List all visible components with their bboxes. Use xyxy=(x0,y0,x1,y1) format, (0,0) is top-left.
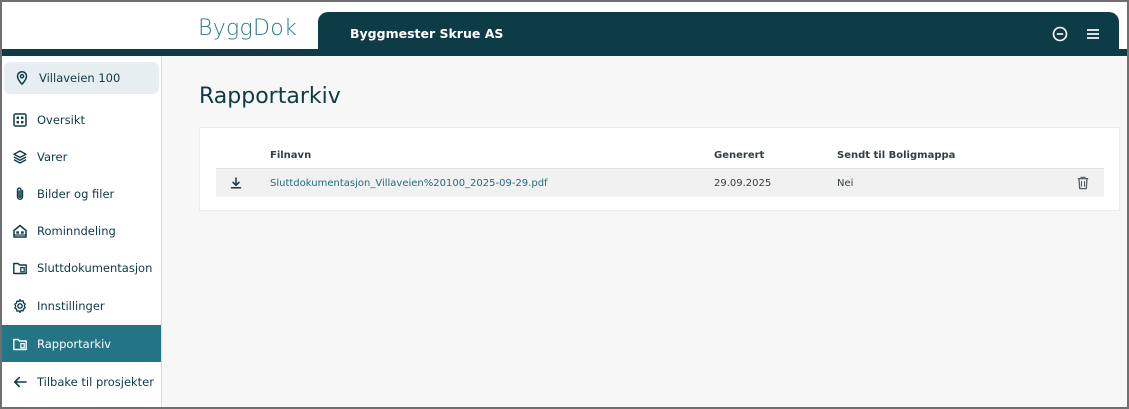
sidebar-item-label: Oversikt xyxy=(37,112,86,127)
minus-circle-icon[interactable] xyxy=(1050,24,1070,44)
trash-icon[interactable] xyxy=(1075,175,1091,191)
file-name-link[interactable]: Sluttdokumentasjon_Villaveien%20100_2025… xyxy=(270,178,548,189)
arrow-left-icon xyxy=(12,374,28,390)
report-table: Filnavn Generert Sendt til Boligmappa Sl… xyxy=(199,127,1120,211)
table-row[interactable]: Sluttdokumentasjon_Villaveien%20100_2025… xyxy=(216,169,1104,197)
download-icon[interactable] xyxy=(228,175,244,191)
sidebar-project-label: Villaveien 100 xyxy=(39,71,121,85)
sidebar-project-selector[interactable]: Villaveien 100 xyxy=(4,62,159,94)
sidebar-item-sluttdokumentasjon[interactable]: Sluttdokumentasjon xyxy=(2,249,161,286)
top-header: ByggDok Byggmester Skrue AS xyxy=(2,2,1127,56)
app-logo[interactable]: ByggDok xyxy=(198,16,297,41)
sidebar-item-rapportarkiv[interactable]: Rapportarkiv xyxy=(2,325,161,362)
organization-tab: Byggmester Skrue AS xyxy=(318,12,1119,56)
sidebar: Villaveien 100 Oversikt Varer Bilder og … xyxy=(2,56,162,407)
sidebar-item-label: Sluttdokumentasjon xyxy=(37,260,153,275)
sidebar-item-innstillinger[interactable]: Innstillinger xyxy=(2,287,161,324)
sidebar-item-tilbake[interactable]: Tilbake til prosjekter xyxy=(2,363,161,400)
folder-archive-icon xyxy=(12,336,28,352)
sidebar-item-label: Bilder og filer xyxy=(37,186,115,201)
sidebar-item-oversikt[interactable]: Oversikt xyxy=(2,101,161,138)
sidebar-item-rominndeling[interactable]: Rominndeling xyxy=(2,212,161,249)
generated-date: 29.09.2025 xyxy=(714,178,772,189)
sidebar-item-varer[interactable]: Varer xyxy=(2,138,161,175)
sidebar-item-label: Varer xyxy=(37,149,68,164)
sidebar-item-label: Rominndeling xyxy=(37,223,116,238)
page-title: Rapportarkiv xyxy=(199,84,341,109)
folder-doc-icon xyxy=(12,260,28,276)
organization-name: Byggmester Skrue AS xyxy=(350,26,504,41)
app-window: ByggDok Byggmester Skrue AS Villaveien 1… xyxy=(0,0,1129,409)
sidebar-item-bilder-og-filer[interactable]: Bilder og filer xyxy=(2,175,161,212)
sidebar-item-label: Innstillinger xyxy=(37,298,105,313)
main-content: Rapportarkiv Filnavn Generert Sendt til … xyxy=(163,56,1127,407)
sidebar-item-label: Rapportarkiv xyxy=(37,336,112,351)
layers-icon xyxy=(12,149,28,165)
floorplan-icon xyxy=(12,223,28,239)
column-header-sent[interactable]: Sendt til Boligmappa xyxy=(837,150,955,161)
column-header-filename[interactable]: Filnavn xyxy=(270,150,311,161)
column-header-generated[interactable]: Generert xyxy=(714,150,764,161)
hamburger-menu-icon[interactable] xyxy=(1083,24,1103,44)
dashboard-grid-icon xyxy=(12,112,28,128)
sidebar-item-label: Tilbake til prosjekter xyxy=(37,374,154,389)
gear-icon xyxy=(12,298,28,314)
paperclip-icon xyxy=(12,186,28,202)
sent-status: Nei xyxy=(837,178,854,189)
location-pin-icon xyxy=(14,70,30,86)
